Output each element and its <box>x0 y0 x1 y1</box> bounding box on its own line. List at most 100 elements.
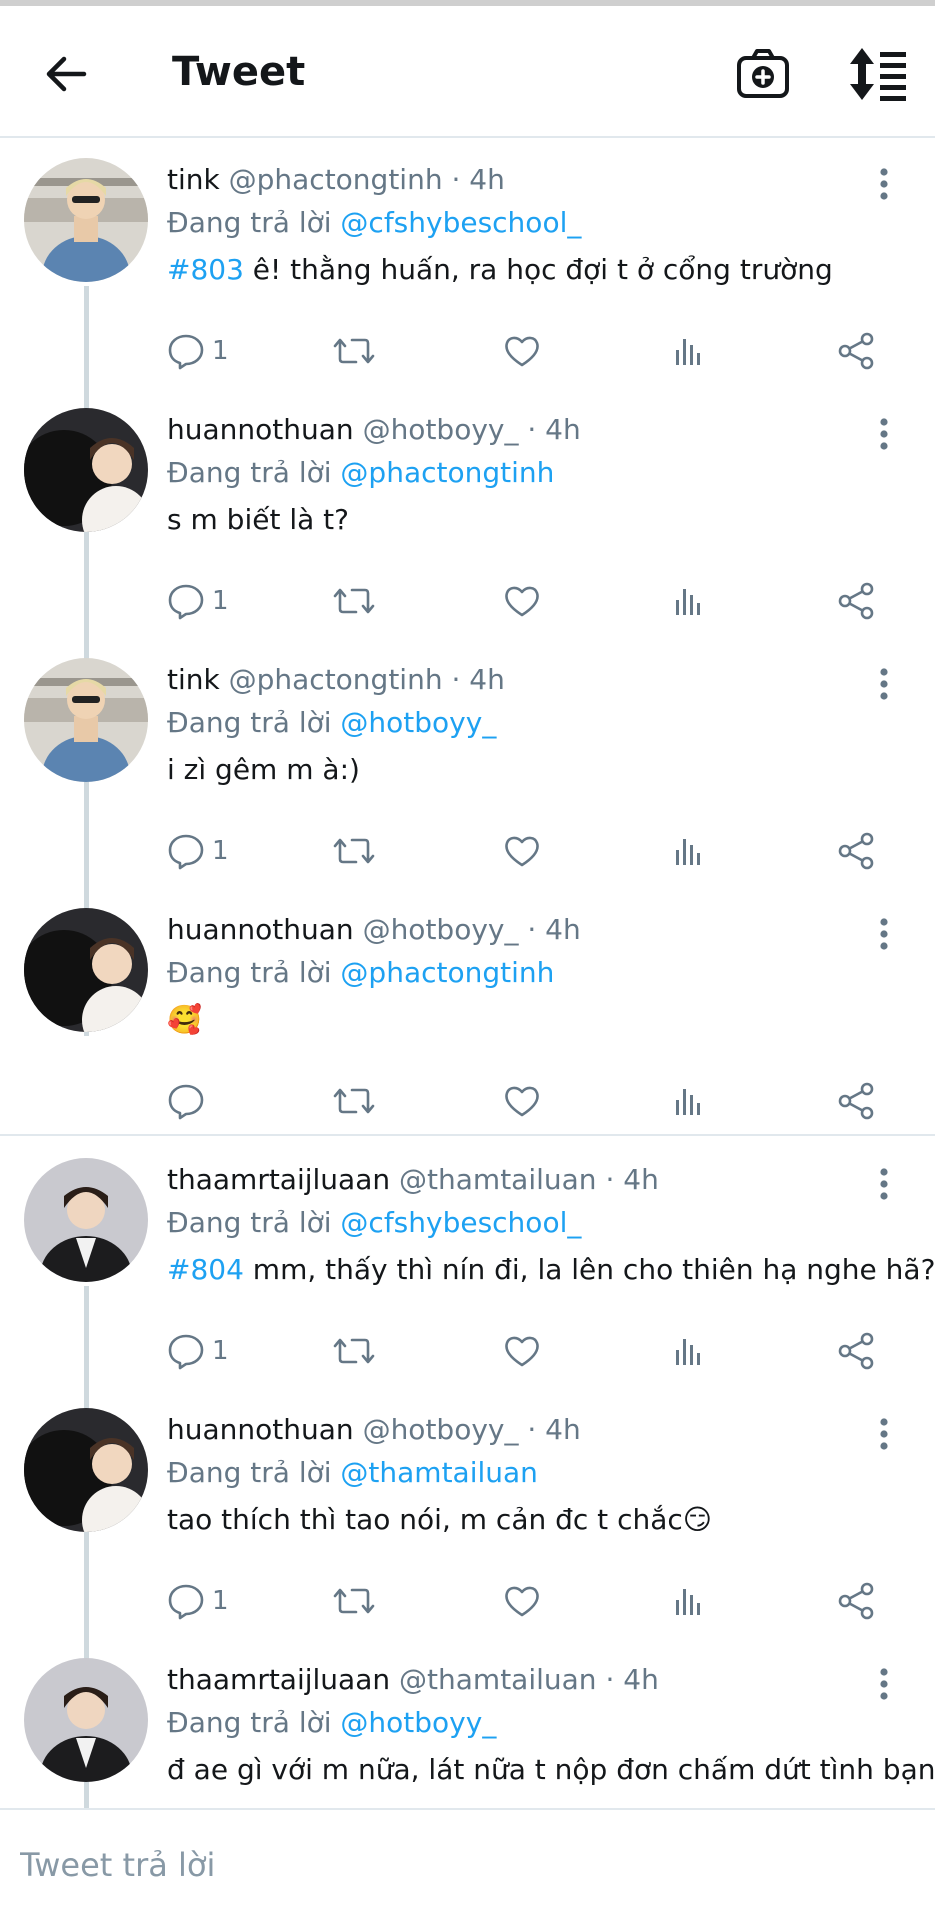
share-button[interactable] <box>836 826 876 876</box>
share-button[interactable] <box>836 1326 876 1376</box>
hashtag[interactable]: #803 <box>167 253 244 286</box>
timestamp: · 4h <box>527 913 581 946</box>
handle[interactable]: @hotboyy_ <box>363 913 519 946</box>
timestamp: · 4h <box>451 163 505 196</box>
reply-mention[interactable]: @cfshybeschool_ <box>340 1206 581 1239</box>
reply-button[interactable]: 1 <box>166 576 229 626</box>
heart-icon <box>502 1081 542 1121</box>
more-button[interactable] <box>872 164 896 204</box>
like-button[interactable] <box>502 826 542 876</box>
replying-to-label: Đang trả lời <box>167 456 332 489</box>
more-vertical-icon <box>872 1168 896 1208</box>
avatar[interactable] <box>24 1658 148 1782</box>
thread-line <box>84 1786 89 1808</box>
like-button[interactable] <box>502 1576 542 1626</box>
more-button[interactable] <box>872 1164 896 1204</box>
share-button[interactable] <box>836 576 876 626</box>
handle[interactable]: @hotboyy_ <box>363 1413 519 1446</box>
handle[interactable]: @phactongtinh <box>229 663 443 696</box>
reply-input[interactable] <box>18 1834 902 1896</box>
reply-button[interactable]: 1 <box>166 826 229 876</box>
hashtag[interactable]: #804 <box>167 1253 244 1286</box>
replying-to-label: Đang trả lời <box>167 956 332 989</box>
sort-button[interactable] <box>846 46 908 102</box>
avatar[interactable] <box>24 1158 148 1282</box>
tweet-actions <box>0 1076 935 1126</box>
like-button[interactable] <box>502 576 542 626</box>
tweet-actions: 1 <box>0 576 935 626</box>
tweet[interactable]: thaamrtaijluaan @thamtailuan · 4h Đang tr… <box>0 1138 935 1536</box>
handle[interactable]: @thamtailuan <box>399 1663 597 1696</box>
retweet-button[interactable] <box>332 326 376 376</box>
like-button[interactable] <box>502 1326 542 1376</box>
reply-mention[interactable]: @phactongtinh <box>340 456 554 489</box>
views-button[interactable] <box>669 326 709 376</box>
tweet[interactable]: huannothuan @hotboyy_ · 4h Đang trả lời @… <box>0 1388 935 1786</box>
tweet[interactable]: huannothuan @hotboyy_ · 4h Đang trả lời @… <box>0 388 935 786</box>
display-name[interactable]: huannothuan <box>167 413 354 446</box>
tweet-text: #803 ê! thằng huấn, ra học đợi t ở cổng … <box>167 250 833 290</box>
timestamp: · 4h <box>451 663 505 696</box>
views-button[interactable] <box>669 1576 709 1626</box>
like-button[interactable] <box>502 326 542 376</box>
more-button[interactable] <box>872 1414 896 1454</box>
more-button[interactable] <box>872 914 896 954</box>
timestamp: · 4h <box>605 1163 659 1196</box>
avatar[interactable] <box>24 1408 148 1532</box>
camera-plus-icon <box>737 49 789 98</box>
reply-mention[interactable]: @phactongtinh <box>340 956 554 989</box>
display-name[interactable]: tink <box>167 663 220 696</box>
more-button[interactable] <box>872 1664 896 1704</box>
avatar[interactable] <box>24 908 148 1032</box>
camera-button[interactable] <box>735 46 791 102</box>
reply-button[interactable] <box>166 1076 212 1126</box>
tweet-header: thaamrtaijluaan @thamtailuan · 4h <box>167 1660 659 1700</box>
reply-button[interactable]: 1 <box>166 1576 229 1626</box>
handle[interactable]: @phactongtinh <box>229 163 443 196</box>
reply-mention[interactable]: @hotboyy_ <box>340 1706 496 1739</box>
tweet-body: ê! thằng huấn, ra học đợi t ở cổng trườn… <box>243 253 833 286</box>
tweet-thread: tink @phactongtinh · 4h Đang trả lời @cfs… <box>0 138 935 1808</box>
more-button[interactable] <box>872 414 896 454</box>
reply-mention[interactable]: @thamtailuan <box>340 1456 538 1489</box>
tweet[interactable]: huannothuan @hotboyy_ · 4h Đang trả lời @… <box>0 888 935 1138</box>
share-button[interactable] <box>836 1576 876 1626</box>
views-button[interactable] <box>669 1076 709 1126</box>
retweet-button[interactable] <box>332 826 376 876</box>
retweet-button[interactable] <box>332 1326 376 1376</box>
avatar[interactable] <box>24 658 148 782</box>
share-button[interactable] <box>836 1076 876 1126</box>
display-name[interactable]: tink <box>167 163 220 196</box>
like-button[interactable] <box>502 1076 542 1126</box>
display-name[interactable]: thaamrtaijluaan <box>167 1163 390 1196</box>
handle[interactable]: @hotboyy_ <box>363 413 519 446</box>
tweet-text: s m biết là t? <box>167 500 349 540</box>
retweet-button[interactable] <box>332 576 376 626</box>
more-vertical-icon <box>872 1418 896 1458</box>
reply-button[interactable]: 1 <box>166 1326 229 1376</box>
share-icon <box>836 1581 876 1621</box>
tweet[interactable]: thaamrtaijluaan @thamtailuan · 4h Đang tr… <box>0 1638 935 1808</box>
tweet[interactable]: tink @phactongtinh · 4h Đang trả lời @cfs… <box>0 138 935 536</box>
display-name[interactable]: huannothuan <box>167 913 354 946</box>
more-vertical-icon <box>872 1668 896 1708</box>
tweet-text: tao thích thì tao nói, m cản đc t chắc😏 <box>167 1500 712 1540</box>
page-title: Tweet <box>172 49 306 95</box>
retweet-button[interactable] <box>332 1576 376 1626</box>
reply-button[interactable]: 1 <box>166 326 229 376</box>
back-button[interactable] <box>40 48 92 100</box>
more-button[interactable] <box>872 664 896 704</box>
views-button[interactable] <box>669 1326 709 1376</box>
display-name[interactable]: thaamrtaijluaan <box>167 1663 390 1696</box>
views-button[interactable] <box>669 826 709 876</box>
tweet[interactable]: tink @phactongtinh · 4h Đang trả lời @hot… <box>0 638 935 1036</box>
retweet-button[interactable] <box>332 1076 376 1126</box>
handle[interactable]: @thamtailuan <box>399 1163 597 1196</box>
reply-mention[interactable]: @cfshybeschool_ <box>340 206 581 239</box>
display-name[interactable]: huannothuan <box>167 1413 354 1446</box>
avatar[interactable] <box>24 408 148 532</box>
views-button[interactable] <box>669 576 709 626</box>
reply-mention[interactable]: @hotboyy_ <box>340 706 496 739</box>
avatar[interactable] <box>24 158 148 282</box>
share-button[interactable] <box>836 326 876 376</box>
